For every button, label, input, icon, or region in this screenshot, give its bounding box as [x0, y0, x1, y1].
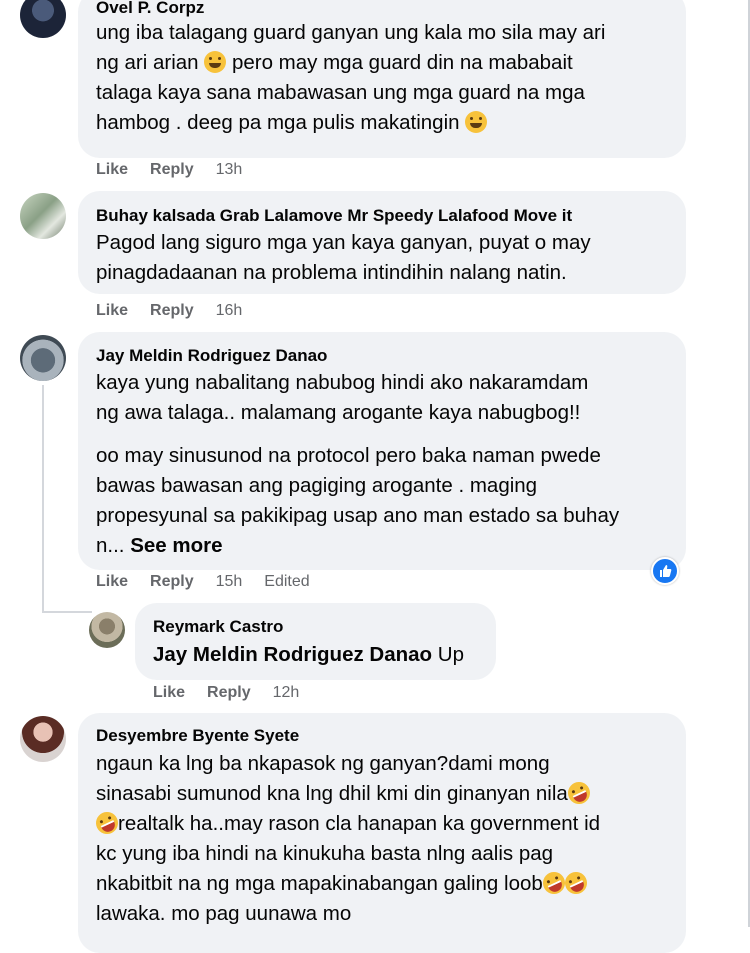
- comment-line: n... See more: [96, 531, 619, 561]
- reply-button[interactable]: Reply: [207, 684, 251, 701]
- comment-line: talaga kaya sana mabawasan ung mga guard…: [96, 81, 585, 104]
- comment-line-part: n...: [96, 534, 131, 557]
- reply-button[interactable]: Reply: [150, 573, 194, 590]
- comment-author[interactable]: Desyembre Byente Syete: [96, 726, 299, 746]
- avatar[interactable]: [89, 612, 125, 648]
- comment-text: oo may sinusunod na protocol pero baka n…: [96, 441, 619, 561]
- like-button[interactable]: Like: [153, 684, 185, 701]
- thread-connector: [42, 385, 44, 613]
- reply-button[interactable]: Reply: [150, 161, 194, 178]
- rofl-emoji-icon: [564, 778, 594, 808]
- comment-author[interactable]: Jay Meldin Rodriguez Danao: [96, 346, 327, 366]
- comment-line-part: sinasabi sumunod kna lng dhil kmi din gi…: [96, 782, 568, 805]
- comment-line: oo may sinusunod na protocol pero baka n…: [96, 444, 601, 467]
- reply-bubble: Reymark Castro Jay Meldin Rodriguez Dana…: [135, 603, 496, 680]
- comment-line: kaya yung nabalitang nabubog hindi ako n…: [96, 371, 589, 394]
- comment-author[interactable]: Reymark Castro: [153, 617, 283, 637]
- comment-text: ngaun ka lng ba nkapasok ng ganyan?dami …: [92, 749, 601, 929]
- comment-line: nkabitbit na ng mga mapakinabangan galin…: [96, 868, 600, 899]
- comment-line: realtalk ha..may rason cla hanapan ka go…: [92, 808, 601, 839]
- see-more-link[interactable]: See more: [130, 534, 222, 557]
- comment-actions: Like Reply 15h Edited: [96, 573, 332, 591]
- smiling-sweat-emoji-icon: [465, 111, 488, 133]
- comment-bubble: Buhay kalsada Grab Lalamove Mr Speedy La…: [78, 191, 686, 294]
- comment-bubble: Ovel P. Corpz ung iba talagang guard gan…: [78, 0, 686, 158]
- timestamp[interactable]: 15h: [216, 573, 243, 590]
- comment-line: pinagdadaanan na problema intindihin nal…: [96, 261, 567, 284]
- comment-line-part: Up: [432, 643, 464, 666]
- comment-actions: Like Reply 12h: [153, 684, 321, 702]
- comment-line: ngaun ka lng ba nkapasok ng ganyan?dami …: [96, 752, 550, 775]
- comment-bubble: Desyembre Byente Syete ngaun ka lng ba n…: [78, 713, 686, 953]
- mention-link[interactable]: Jay Meldin Rodriguez Danao: [153, 643, 432, 666]
- like-button[interactable]: Like: [96, 161, 128, 178]
- like-button[interactable]: Like: [96, 302, 128, 319]
- comment-actions: Like Reply 16h: [96, 302, 264, 320]
- comment-line: ng ari arian pero may mga guard din na m…: [96, 48, 605, 78]
- comment-line: sinasabi sumunod kna lng dhil kmi din gi…: [96, 778, 600, 809]
- timestamp[interactable]: 12h: [273, 684, 300, 701]
- comment-author[interactable]: Ovel P. Corpz: [96, 0, 204, 18]
- reply-button[interactable]: Reply: [150, 302, 194, 319]
- comment-text: kaya yung nabalitang nabubog hindi ako n…: [96, 368, 588, 428]
- edited-label: Edited: [264, 573, 310, 590]
- comment-line-part: nkabitbit na ng mga mapakinabangan galin…: [96, 872, 543, 895]
- comment-line: Jay Meldin Rodriguez Danao Up: [153, 640, 464, 670]
- timestamp[interactable]: 16h: [216, 302, 243, 319]
- comment-line-part: hambog . deeg pa mga pulis makatingin: [96, 111, 466, 134]
- comment-actions: Like Reply 13h: [96, 161, 264, 179]
- timestamp[interactable]: 13h: [216, 161, 243, 178]
- comment-line: kc yung iba hindi na kinukuha basta nlng…: [96, 842, 554, 865]
- avatar[interactable]: [20, 716, 66, 762]
- avatar[interactable]: [20, 193, 66, 239]
- comment-line: propesyunal sa pakikipag usap ano man es…: [96, 504, 620, 527]
- comment-bubble: Jay Meldin Rodriguez Danao kaya yung nab…: [78, 332, 686, 570]
- comment-line: ng awa talaga.. malamang arogante kaya n…: [96, 401, 581, 424]
- comment-author[interactable]: Buhay kalsada Grab Lalamove Mr Speedy La…: [96, 206, 572, 226]
- comment-text: Jay Meldin Rodriguez Danao Up: [153, 640, 464, 670]
- thread-connector: [42, 611, 92, 613]
- comment-line: hambog . deeg pa mga pulis makatingin: [96, 108, 605, 138]
- comment-line: ung iba talagang guard ganyan ung kala m…: [96, 21, 606, 44]
- comment-line: lawaka. mo pag uunawa mo: [96, 902, 352, 925]
- comment-line-part: realtalk ha..may rason cla hanapan ka go…: [118, 812, 601, 835]
- like-reaction-icon[interactable]: [651, 557, 679, 585]
- smiling-sweat-emoji-icon: [204, 51, 227, 73]
- like-button[interactable]: Like: [96, 573, 128, 590]
- comment-text: ung iba talagang guard ganyan ung kala m…: [96, 18, 605, 138]
- rofl-emoji-icon: [561, 868, 591, 898]
- comment-line: Pagod lang siguro mga yan kaya ganyan, p…: [96, 231, 591, 254]
- comment-line-part: pero may mga guard din na mababait: [226, 51, 573, 74]
- comment-text: Pagod lang siguro mga yan kaya ganyan, p…: [96, 228, 591, 288]
- avatar[interactable]: [20, 0, 66, 38]
- comment-line: bawas bawasan ang pagiging arogante . ma…: [96, 474, 538, 497]
- avatar[interactable]: [20, 335, 66, 381]
- comment-line-part: ng ari arian: [96, 51, 205, 74]
